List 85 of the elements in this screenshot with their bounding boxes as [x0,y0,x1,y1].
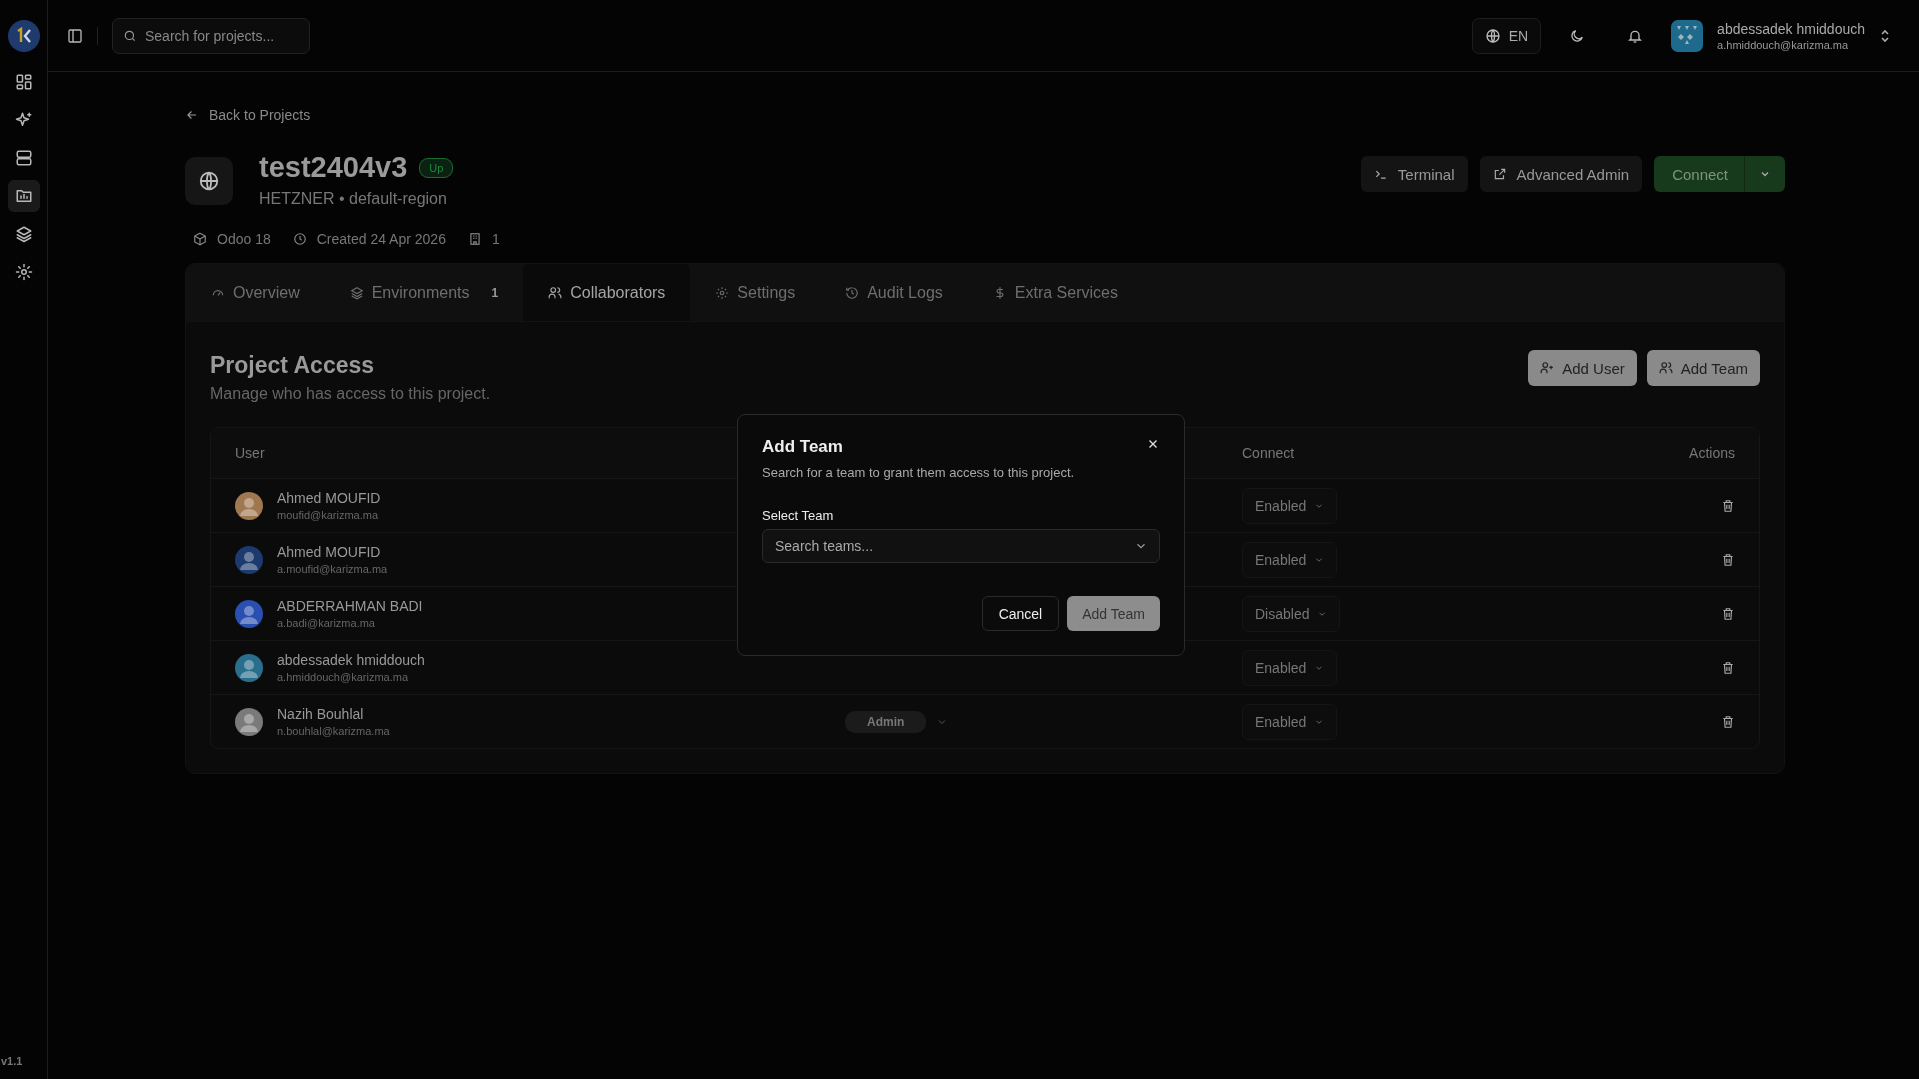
role-badge[interactable]: Admin [845,710,927,733]
user-name: Nazih Bouhlal [277,706,365,722]
trash-icon[interactable] [1721,714,1735,729]
logo-icon[interactable] [7,20,40,52]
connect-select[interactable]: Enabled [1242,541,1338,578]
user-email: n.bouhlal@karizma.ma [277,725,390,737]
avatar [235,491,263,520]
settings-icon [14,263,33,281]
globe-icon [185,157,233,205]
field-label: Select Team [762,508,835,523]
sidebar-item[interactable] [7,180,40,212]
layers-icon [14,225,33,243]
add-user-button[interactable]: Add User [1528,350,1637,386]
dialog-title: Add Team [762,437,843,457]
team-select[interactable]: Search teams... [762,529,1160,563]
user-plus-icon [1540,361,1555,375]
cube-icon [193,232,207,246]
avatar [235,599,263,628]
sparkles-icon [14,111,33,129]
user-email: a.moufid@karizma.ma [277,563,388,575]
version-label: v1.1 [1,1055,23,1067]
connect-select[interactable]: Enabled [1242,703,1338,740]
connect-button[interactable]: Connect [1654,156,1745,192]
user-name: ABDERRAHMAN BADI [277,598,423,614]
user-name: abdessadek hmiddouch [277,652,425,668]
tab[interactable]: Collaborators [523,264,691,321]
connect-select[interactable]: Disabled [1242,595,1341,632]
column-header: Actions [1689,445,1735,461]
avatar [235,707,263,736]
version-text: Odoo 18 [217,231,271,247]
clock-icon [292,232,307,246]
layers-icon [349,285,364,300]
grid-icon [14,73,33,91]
history-icon [845,285,860,300]
chevrons-icon[interactable] [1879,27,1891,44]
column-header: Connect [1242,445,1295,461]
user-email: a.hmiddouch@karizma.ma [1717,38,1850,51]
language-button[interactable]: EN [1471,17,1542,54]
project-title: test2404v3 [259,151,408,184]
avatar [235,545,263,574]
globe-icon [1484,27,1501,44]
section-title: Project Access [210,352,376,379]
user-email: a.hmiddouch@karizma.ma [277,671,409,683]
trash-icon[interactable] [1721,606,1735,621]
user-email: a.badi@karizma.ma [277,617,376,629]
section-subtitle: Manage who has access to this project. [210,385,491,403]
building-icon [467,232,482,246]
trash-icon[interactable] [1721,660,1735,675]
column-header: User [235,445,265,461]
user-name: abdessadek hmiddouch [1717,20,1865,37]
add-team-confirm-button[interactable]: Add Team [1067,596,1160,631]
tab[interactable]: Extra Services [967,264,1143,321]
back-link[interactable]: Back to Projects [185,107,1785,123]
search-icon [123,28,137,43]
search-field[interactable]: Search for projects... [112,17,310,54]
add-team-button[interactable]: Add Team [1646,350,1760,386]
building-count: 1 [491,231,500,247]
terminal-button[interactable]: Terminal [1360,156,1468,192]
moon-icon[interactable] [1569,27,1586,44]
users-icon [1658,361,1673,375]
external-link-icon [1492,167,1507,181]
trash-icon[interactable] [1721,498,1735,513]
sidebar-toggle-icon[interactable] [67,27,83,44]
user-email: moufid@karizma.ma [277,509,380,521]
settings-icon [715,285,730,300]
tab[interactable]: Overview [186,264,325,321]
status-badge: Up [419,157,454,178]
provider-region: HETZNER • default-region [259,190,448,208]
created-date: Created 24 Apr 2026 [316,231,446,247]
arrow-left-icon [185,108,199,122]
trash-icon[interactable] [1721,552,1735,567]
tab[interactable]: Environments 1 [324,264,524,321]
user-name: Ahmed MOUFID [277,544,382,560]
tab[interactable]: Audit Logs [820,264,968,321]
tab[interactable]: Settings [690,264,821,321]
user-name: Ahmed MOUFID [277,490,381,506]
avatar [235,653,263,682]
dialog-description: Search for a team to grant them access to this project. [762,465,1076,480]
connect-select[interactable]: Enabled [1242,649,1338,686]
server-icon [14,149,33,167]
users-icon [548,285,563,300]
folder-chart-icon [14,187,33,205]
cancel-button[interactable]: Cancel [981,596,1060,631]
connect-select[interactable]: Enabled [1242,487,1338,524]
advanced-admin-button[interactable]: Advanced Admin [1479,156,1643,192]
